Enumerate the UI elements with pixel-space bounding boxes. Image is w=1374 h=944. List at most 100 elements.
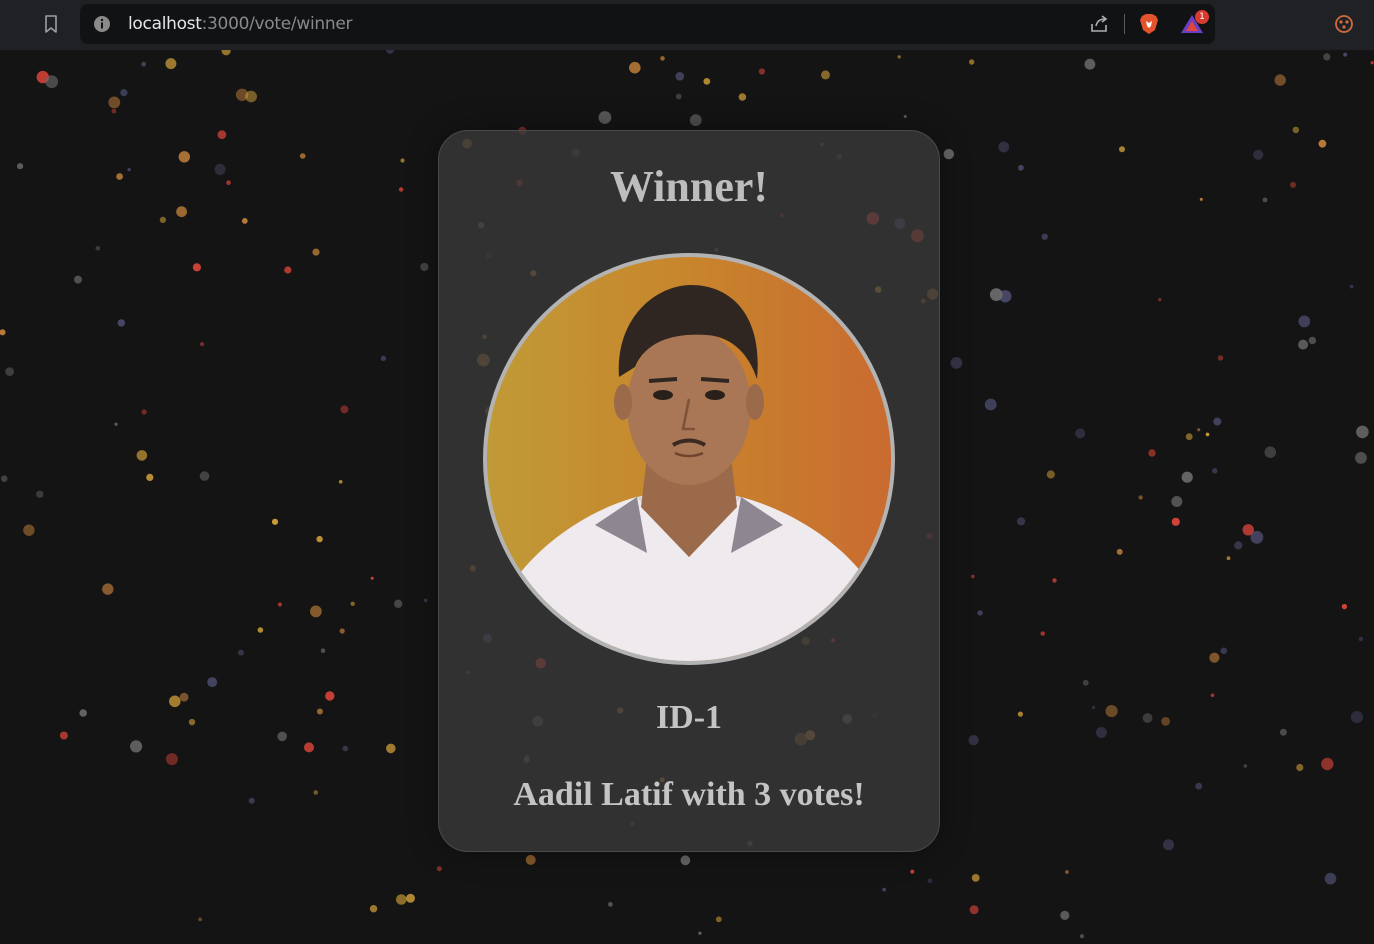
confetti-dot	[5, 367, 14, 376]
confetti-dot	[1142, 713, 1153, 723]
confetti-dot	[248, 797, 255, 804]
confetti-dot	[316, 535, 323, 543]
extension-icon[interactable]	[1333, 13, 1355, 35]
confetti-dot	[1079, 934, 1084, 939]
confetti-dot	[436, 866, 442, 872]
confetti-dot	[629, 61, 641, 74]
confetti-dot	[1296, 763, 1304, 772]
confetti-dot	[1075, 428, 1086, 439]
confetti-dot	[146, 473, 154, 481]
confetti-dot	[1279, 728, 1287, 736]
confetti-dot	[386, 743, 396, 754]
confetti-dot	[698, 931, 702, 935]
confetti-dot	[380, 355, 387, 362]
confetti-dot	[1138, 495, 1143, 500]
confetti-dot	[241, 218, 248, 224]
share-icon[interactable]	[1088, 13, 1110, 35]
confetti-dot	[989, 288, 1003, 301]
confetti-dot	[1226, 556, 1231, 561]
confetti-dot	[299, 153, 306, 159]
confetti-dot	[304, 742, 314, 753]
confetti-dot	[1234, 541, 1243, 550]
confetti-dot	[1343, 52, 1348, 57]
confetti-dot	[310, 605, 322, 618]
confetti-dot	[608, 902, 613, 907]
confetti-dot	[1199, 197, 1203, 201]
confetti-dot	[1274, 74, 1286, 86]
confetti-dot	[313, 790, 319, 795]
confetti-dot	[116, 173, 123, 180]
confetti-dot	[969, 905, 979, 915]
confetti-dot	[1095, 727, 1107, 738]
confetti-dot	[1350, 711, 1363, 724]
notification-badge: 1	[1195, 10, 1209, 24]
confetti-dot	[984, 398, 997, 411]
confetti-dot	[1217, 355, 1224, 361]
confetti-dot	[127, 168, 131, 172]
url-host: localhost	[128, 14, 202, 34]
confetti-dot	[226, 180, 231, 185]
confetti-dot	[1046, 470, 1055, 479]
confetti-dot	[102, 583, 114, 595]
confetti-dot	[188, 718, 196, 726]
confetti-dot	[245, 90, 257, 103]
site-info-icon[interactable]	[93, 15, 111, 33]
confetti-dot	[1370, 61, 1374, 65]
confetti-dot	[1341, 603, 1348, 610]
confetti-dot	[369, 905, 378, 913]
confetti-dot	[1323, 53, 1331, 61]
confetti-dot	[943, 148, 954, 160]
confetti-dot	[1161, 717, 1170, 726]
confetti-dot	[1358, 636, 1364, 642]
winner-photo	[483, 253, 895, 665]
confetti-dot	[271, 518, 279, 525]
confetti-dot	[1197, 428, 1201, 432]
confetti-dot	[0, 475, 8, 483]
confetti-dot	[120, 89, 128, 97]
confetti-dot	[1148, 449, 1156, 457]
confetti-dot	[1040, 631, 1045, 636]
bookmark-icon[interactable]	[40, 13, 62, 35]
confetti-dot	[1195, 782, 1203, 790]
brave-shields-icon[interactable]	[1138, 12, 1160, 36]
confetti-dot	[340, 405, 349, 414]
confetti-dot	[420, 262, 429, 272]
url-text[interactable]: localhost:3000/vote/winner	[128, 14, 352, 34]
confetti-dot	[342, 745, 349, 752]
confetti-dot	[114, 422, 118, 426]
confetti-dot	[1212, 468, 1218, 474]
confetti-dot	[339, 628, 345, 634]
confetti-dot	[1213, 417, 1222, 426]
confetti-dot	[1171, 496, 1183, 507]
confetti-dot	[277, 602, 282, 607]
confetti-dot	[74, 275, 82, 284]
confetti-dot	[0, 329, 6, 336]
confetti-dot	[738, 93, 747, 101]
confetti-dot	[715, 916, 722, 923]
confetti-dot	[1105, 705, 1118, 718]
winner-title: Winner!	[609, 162, 769, 211]
confetti-dot	[1355, 452, 1367, 464]
confetti-dot	[675, 93, 682, 100]
confetti-dot	[977, 610, 983, 616]
address-bar[interactable]: localhost:3000/vote/winner 1	[80, 4, 1215, 44]
confetti-dot	[971, 574, 975, 579]
browser-toolbar: localhost:3000/vote/winner 1	[0, 0, 1374, 50]
confetti-dot	[1349, 284, 1354, 289]
confetti-dot	[821, 70, 830, 80]
confetti-dot	[1318, 139, 1327, 148]
confetti-dot	[325, 691, 335, 701]
confetti-dot	[165, 753, 178, 766]
confetti-dot	[217, 130, 227, 140]
confetti-dot	[1243, 764, 1248, 768]
confetti-dot	[525, 854, 536, 865]
confetti-dot	[675, 72, 685, 81]
confetti-dot	[95, 246, 101, 251]
confetti-dot	[316, 708, 323, 715]
confetti-dot	[910, 869, 915, 874]
confetti-dot	[1253, 149, 1264, 160]
confetti-dot	[1205, 432, 1210, 437]
confetti-dot	[1163, 839, 1174, 851]
confetti-dot	[1308, 336, 1317, 345]
confetti-dot	[758, 68, 766, 75]
